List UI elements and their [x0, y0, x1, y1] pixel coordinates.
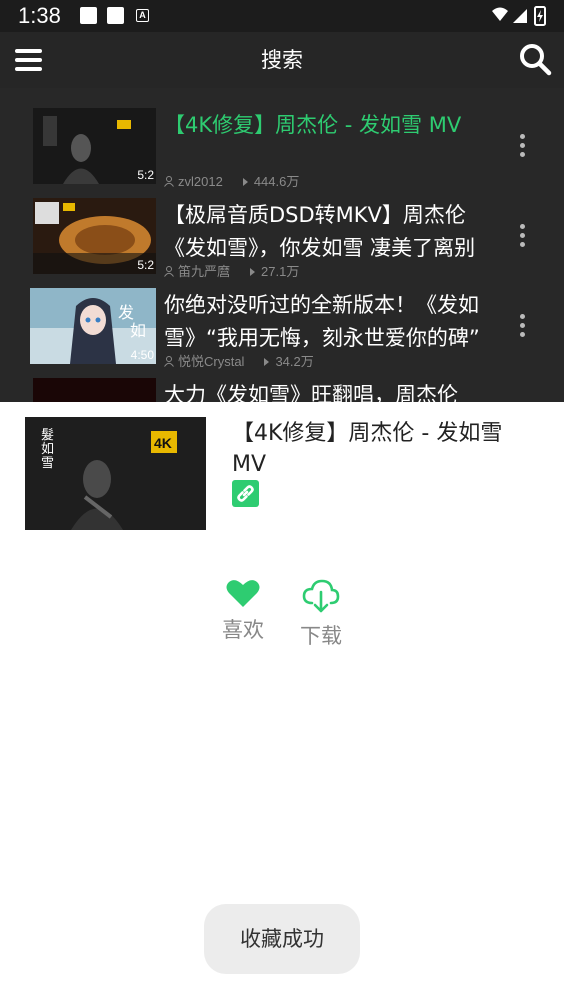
status-bar: 1:38 A: [0, 0, 564, 32]
video-thumbnail[interactable]: 髮 如 雪 4K: [25, 417, 206, 530]
download-label: 下载: [300, 624, 342, 648]
video-meta: 悦悦Crystal 34.2万: [164, 351, 314, 370]
video-author: zvl2012: [178, 174, 223, 189]
svg-text:如: 如: [41, 441, 54, 457]
link-icon[interactable]: [232, 480, 259, 507]
play-count-icon: [250, 268, 256, 276]
like-label: 喜欢: [222, 618, 264, 642]
keyboard-icon: A: [136, 9, 149, 22]
list-item[interactable]: 大力《发如雪》旺翻唱，周杰伦: [0, 378, 564, 402]
video-duration: 5:2: [137, 258, 154, 272]
user-icon: [164, 266, 174, 277]
like-button[interactable]: 喜欢: [213, 578, 273, 644]
more-options-icon[interactable]: [520, 224, 526, 251]
results-list: 5:2 【4K修复】周杰伦 - 发如雪 MV zvl2012 444.6万 5:2…: [0, 88, 564, 402]
cloud-download-icon: [302, 579, 340, 613]
video-duration: 5:2: [137, 168, 154, 182]
status-time: 1:38: [18, 3, 61, 28]
video-meta: zvl2012 444.6万: [164, 171, 299, 190]
video-title[interactable]: 【4K修复】周杰伦 - 发如雪 MV: [164, 109, 504, 142]
search-icon[interactable]: [518, 42, 552, 76]
list-item[interactable]: 5:2 【4K修复】周杰伦 - 发如雪 MV zvl2012 444.6万: [0, 108, 564, 198]
video-thumbnail[interactable]: [33, 378, 156, 402]
top-app-bar: 搜索: [0, 32, 564, 88]
view-count: 444.6万: [253, 174, 300, 189]
heart-icon: [226, 580, 260, 607]
download-button[interactable]: 下载: [291, 578, 351, 650]
svg-text:髮: 髮: [41, 428, 54, 443]
notification-icon: [107, 7, 124, 24]
user-icon: [164, 356, 174, 367]
video-meta: 笛九严麿 27.1万: [164, 261, 299, 280]
list-item[interactable]: 5:2 【极屌音质DSD转MKV】周杰伦《发如雪》，你发如雪 凄美了离别 笛九严…: [0, 198, 564, 288]
system-status-icons: [492, 6, 546, 26]
video-thumbnail[interactable]: 5:2: [33, 108, 156, 184]
svg-text:雪: 雪: [41, 456, 54, 471]
notification-icon: [80, 7, 97, 24]
view-count: 27.1万: [261, 264, 300, 279]
more-options-icon[interactable]: [520, 314, 526, 341]
video-title: 【4K修复】周杰伦 - 发如雪 MV: [232, 421, 503, 477]
list-item[interactable]: 发 如 4:50 你绝对没听过的全新版本！《发如雪》“我用无悔，刻永世爱你的碑”…: [0, 288, 564, 378]
video-author: 悦悦Crystal: [178, 354, 245, 369]
video-title[interactable]: 你绝对没听过的全新版本！《发如雪》“我用无悔，刻永世爱你的碑”: [164, 289, 504, 355]
more-options-icon[interactable]: [520, 134, 526, 161]
play-count-icon: [264, 358, 270, 366]
video-duration: 4:50: [130, 348, 154, 362]
view-count: 34.2万: [275, 354, 314, 369]
video-thumbnail[interactable]: 发 如 4:50: [30, 288, 156, 364]
video-title[interactable]: 【极屌音质DSD转MKV】周杰伦《发如雪》，你发如雪 凄美了离别: [164, 199, 504, 265]
svg-text:发: 发: [118, 303, 134, 322]
user-icon: [164, 176, 174, 187]
play-count-icon: [242, 178, 248, 186]
video-author: 笛九严麿: [178, 264, 231, 279]
page-title: 搜索: [261, 48, 303, 72]
video-title[interactable]: 大力《发如雪》旺翻唱，周杰伦: [164, 379, 504, 402]
toast-message: 收藏成功: [204, 904, 360, 974]
video-thumbnail[interactable]: 5:2: [33, 198, 156, 274]
svg-text:如: 如: [130, 321, 146, 340]
svg-text:4K: 4K: [154, 435, 172, 451]
